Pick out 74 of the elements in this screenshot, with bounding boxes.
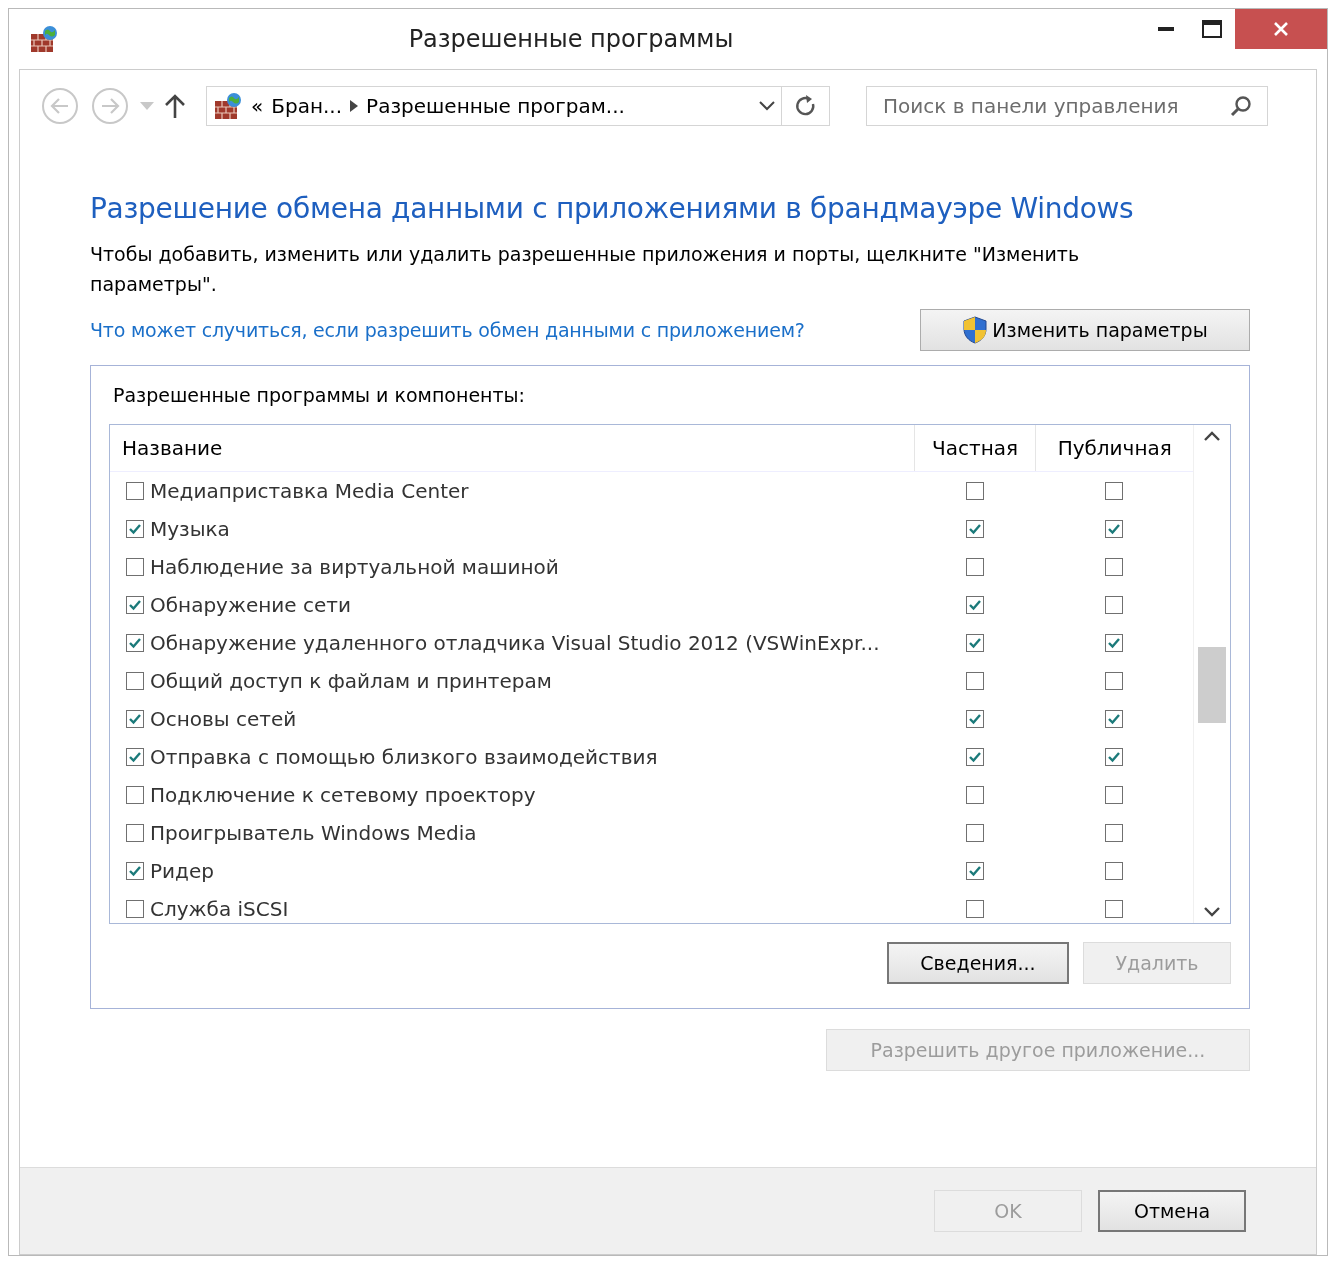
checkbox[interactable]: [1105, 748, 1124, 766]
help-link[interactable]: Что может случиться, если разрешить обмен данными с приложением?: [90, 319, 805, 341]
checkbox[interactable]: [965, 596, 984, 614]
program-name: Основы сетей: [150, 707, 297, 731]
checkbox[interactable]: [965, 520, 984, 538]
breadcrumb-item[interactable]: Бран...: [271, 94, 343, 118]
program-name: Наблюдение за виртуальной машиной: [150, 555, 559, 579]
checkbox[interactable]: [965, 748, 984, 766]
firewall-icon: [29, 24, 59, 54]
checkbox[interactable]: [1105, 558, 1124, 576]
column-header[interactable]: Название: [110, 425, 914, 471]
program-name: Отправка с помощью близкого взаимодействия: [150, 745, 658, 769]
program-name: Обнаружение удаленного отладчика Visual Studio 2012 (VSWinExpr...: [150, 631, 880, 655]
checkbox[interactable]: [1105, 862, 1124, 880]
change-settings-button[interactable]: Изменить параметры: [920, 309, 1250, 351]
program-name: Служба iSCSI: [150, 897, 289, 921]
program-name: Проигрыватель Windows Media: [150, 821, 477, 845]
program-name: Медиаприставка Media Center: [150, 479, 469, 503]
program-name: Ридер: [150, 859, 214, 883]
breadcrumb-item[interactable]: Разрешенные програм...: [366, 94, 625, 118]
page-heading: Разрешение обмена данными с приложениями в брандмауэре Windows: [90, 192, 1135, 225]
checkbox[interactable]: [965, 482, 984, 500]
checkbox[interactable]: [1105, 520, 1124, 538]
program-name: Музыка: [150, 517, 230, 541]
checkbox[interactable]: [126, 634, 144, 652]
checkbox[interactable]: [126, 900, 144, 918]
checkbox[interactable]: [1105, 482, 1124, 500]
shield-icon: [962, 316, 989, 344]
checkbox[interactable]: [965, 634, 984, 652]
checkbox[interactable]: [1105, 672, 1124, 690]
minimize-icon: [1158, 27, 1174, 31]
checkbox[interactable]: [1105, 786, 1124, 804]
checkbox[interactable]: [126, 558, 144, 576]
checkbox[interactable]: [1105, 710, 1124, 728]
checkbox[interactable]: [965, 862, 984, 880]
close-icon: [1273, 21, 1289, 37]
checkbox[interactable]: [126, 862, 144, 880]
checkbox[interactable]: [126, 672, 144, 690]
refresh-icon: [794, 94, 817, 118]
checkbox[interactable]: [126, 482, 144, 500]
chevron-icon: [350, 100, 359, 112]
program-name: Обнаружение сети: [150, 593, 351, 617]
breadcrumb-item[interactable]: «: [251, 94, 264, 118]
address-bar[interactable]: « Бран... Разрешенные програм...: [206, 86, 830, 126]
firewall-icon: [213, 91, 243, 121]
checkbox[interactable]: [126, 596, 144, 614]
program-name: Общий доступ к файлам и принтерам: [150, 669, 552, 693]
checkbox[interactable]: [1105, 634, 1124, 652]
search-field[interactable]: Поиск в панели управления: [866, 86, 1268, 126]
group-title: Разрешенные программы и компоненты:: [113, 384, 526, 406]
checkbox[interactable]: [1105, 900, 1124, 918]
checkbox[interactable]: [965, 786, 984, 804]
description-text: Чтобы добавить, изменить или удалить разрешенные приложения и порты, щелкните "Изменить параметры".: [90, 242, 1081, 297]
window-title: Разрешенные программы: [407, 25, 735, 53]
checkbox[interactable]: [965, 900, 984, 918]
checkbox[interactable]: [1105, 824, 1124, 842]
checkbox[interactable]: [1105, 596, 1124, 614]
checkbox[interactable]: [965, 672, 984, 690]
search-icon: [1230, 95, 1252, 117]
up-button[interactable]: [164, 93, 186, 119]
column-header[interactable]: Частная: [913, 425, 1036, 471]
scrollbar-thumb[interactable]: [1198, 647, 1226, 723]
details-button[interactable]: Сведения...: [887, 942, 1069, 984]
checkbox[interactable]: [126, 786, 144, 804]
checkbox[interactable]: [965, 710, 984, 728]
program-name: Подключение к сетевому проектору: [150, 783, 536, 807]
checkbox[interactable]: [965, 824, 984, 842]
checkbox[interactable]: [965, 558, 984, 576]
checkbox[interactable]: [126, 824, 144, 842]
checkbox[interactable]: [126, 748, 144, 766]
maximize-icon: [1202, 20, 1222, 38]
checkbox[interactable]: [126, 520, 144, 538]
checkbox[interactable]: [126, 710, 144, 728]
cancel-button[interactable]: Отмена: [1098, 1190, 1246, 1232]
